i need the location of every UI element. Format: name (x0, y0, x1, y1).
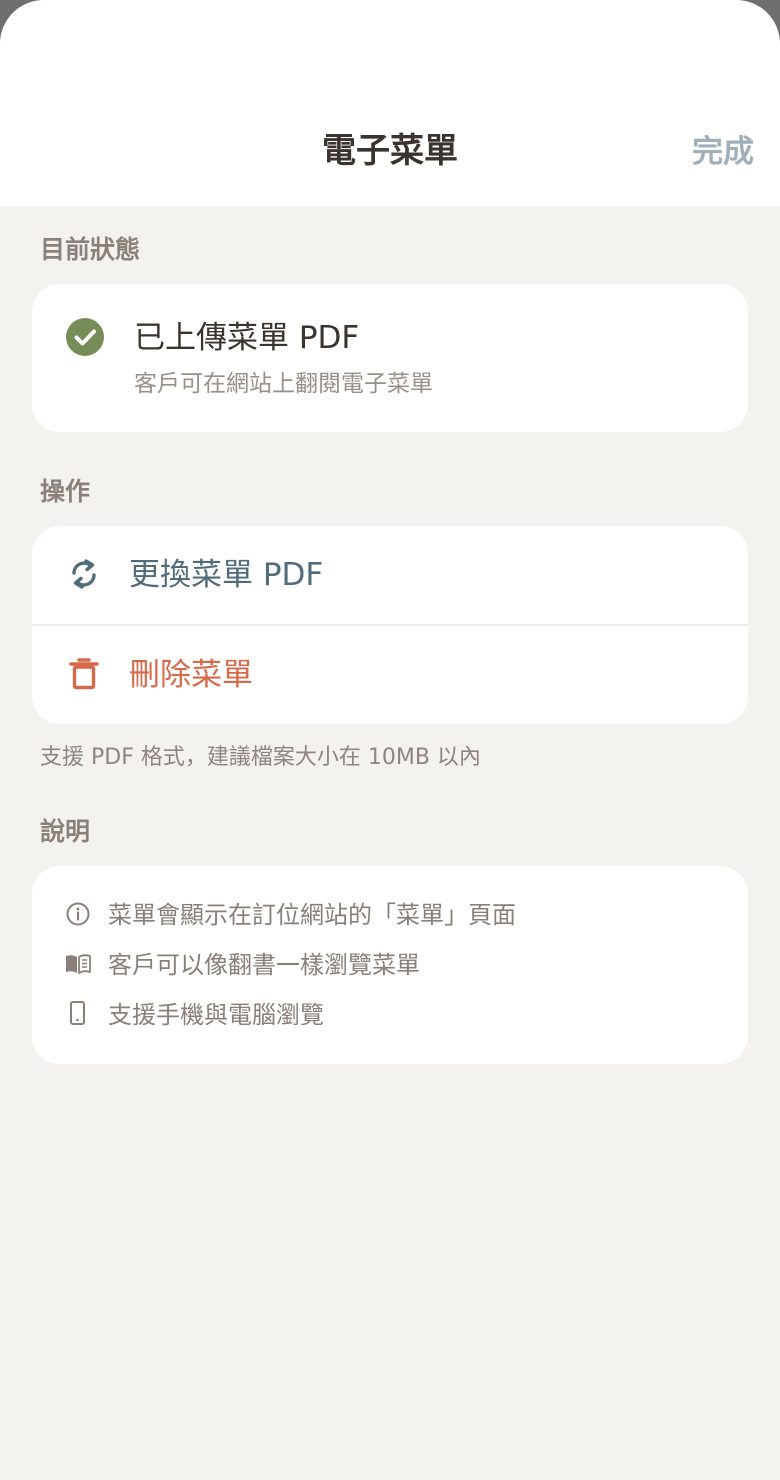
replace-menu-button[interactable]: 更換菜單 PDF (32, 526, 748, 624)
upload-hint: 支援 PDF 格式，建議檔案大小在 10MB 以內 (40, 745, 481, 770)
delete-menu-label: 刪除菜單 (129, 657, 253, 693)
info-card: 菜單會顯示在訂位網站的「菜單」頁面 客戶可以像翻書一樣瀏覽菜單 支援手機與電腦瀏… (32, 866, 748, 1064)
refresh-icon (72, 559, 96, 589)
info-item: 菜單會顯示在訂位網站的「菜單」頁面 (32, 896, 748, 936)
info-item-text: 客戶可以像翻書一樣瀏覽菜單 (108, 951, 420, 979)
status-subtitle: 客戶可在網站上翻閱電子菜單 (134, 371, 433, 397)
status-title: 已上傳菜單 PDF (134, 320, 360, 356)
replace-menu-label: 更換菜單 PDF (129, 557, 324, 593)
delete-menu-button[interactable]: 刪除菜單 (32, 626, 748, 724)
page-title: 電子菜單 (322, 131, 458, 171)
info-item: 支援手機與電腦瀏覽 (32, 996, 748, 1036)
check-circle-icon (66, 318, 104, 356)
status-card: 已上傳菜單 PDF 客戶可在網站上翻閱電子菜單 (32, 284, 748, 432)
bottom-sheet: 電子菜單 完成 目前狀態 已上傳菜單 PDF 客戶可在網站上翻閱電子菜單 操作 … (0, 0, 780, 1480)
trash-icon (69, 658, 99, 690)
sheet-header: 電子菜單 完成 (0, 0, 780, 206)
section-label-info: 說明 (40, 817, 91, 846)
info-item: 客戶可以像翻書一樣瀏覽菜單 (32, 946, 748, 986)
info-item-text: 支援手機與電腦瀏覽 (108, 1001, 324, 1029)
phone-icon (70, 1001, 85, 1025)
section-label-status: 目前狀態 (40, 235, 141, 264)
info-icon (66, 902, 90, 926)
info-item-text: 菜單會顯示在訂位網站的「菜單」頁面 (108, 901, 516, 929)
done-button[interactable]: 完成 (692, 130, 754, 174)
actions-card: 更換菜單 PDF 刪除菜單 (32, 526, 748, 724)
section-label-actions: 操作 (40, 477, 91, 506)
book-icon (66, 954, 91, 974)
